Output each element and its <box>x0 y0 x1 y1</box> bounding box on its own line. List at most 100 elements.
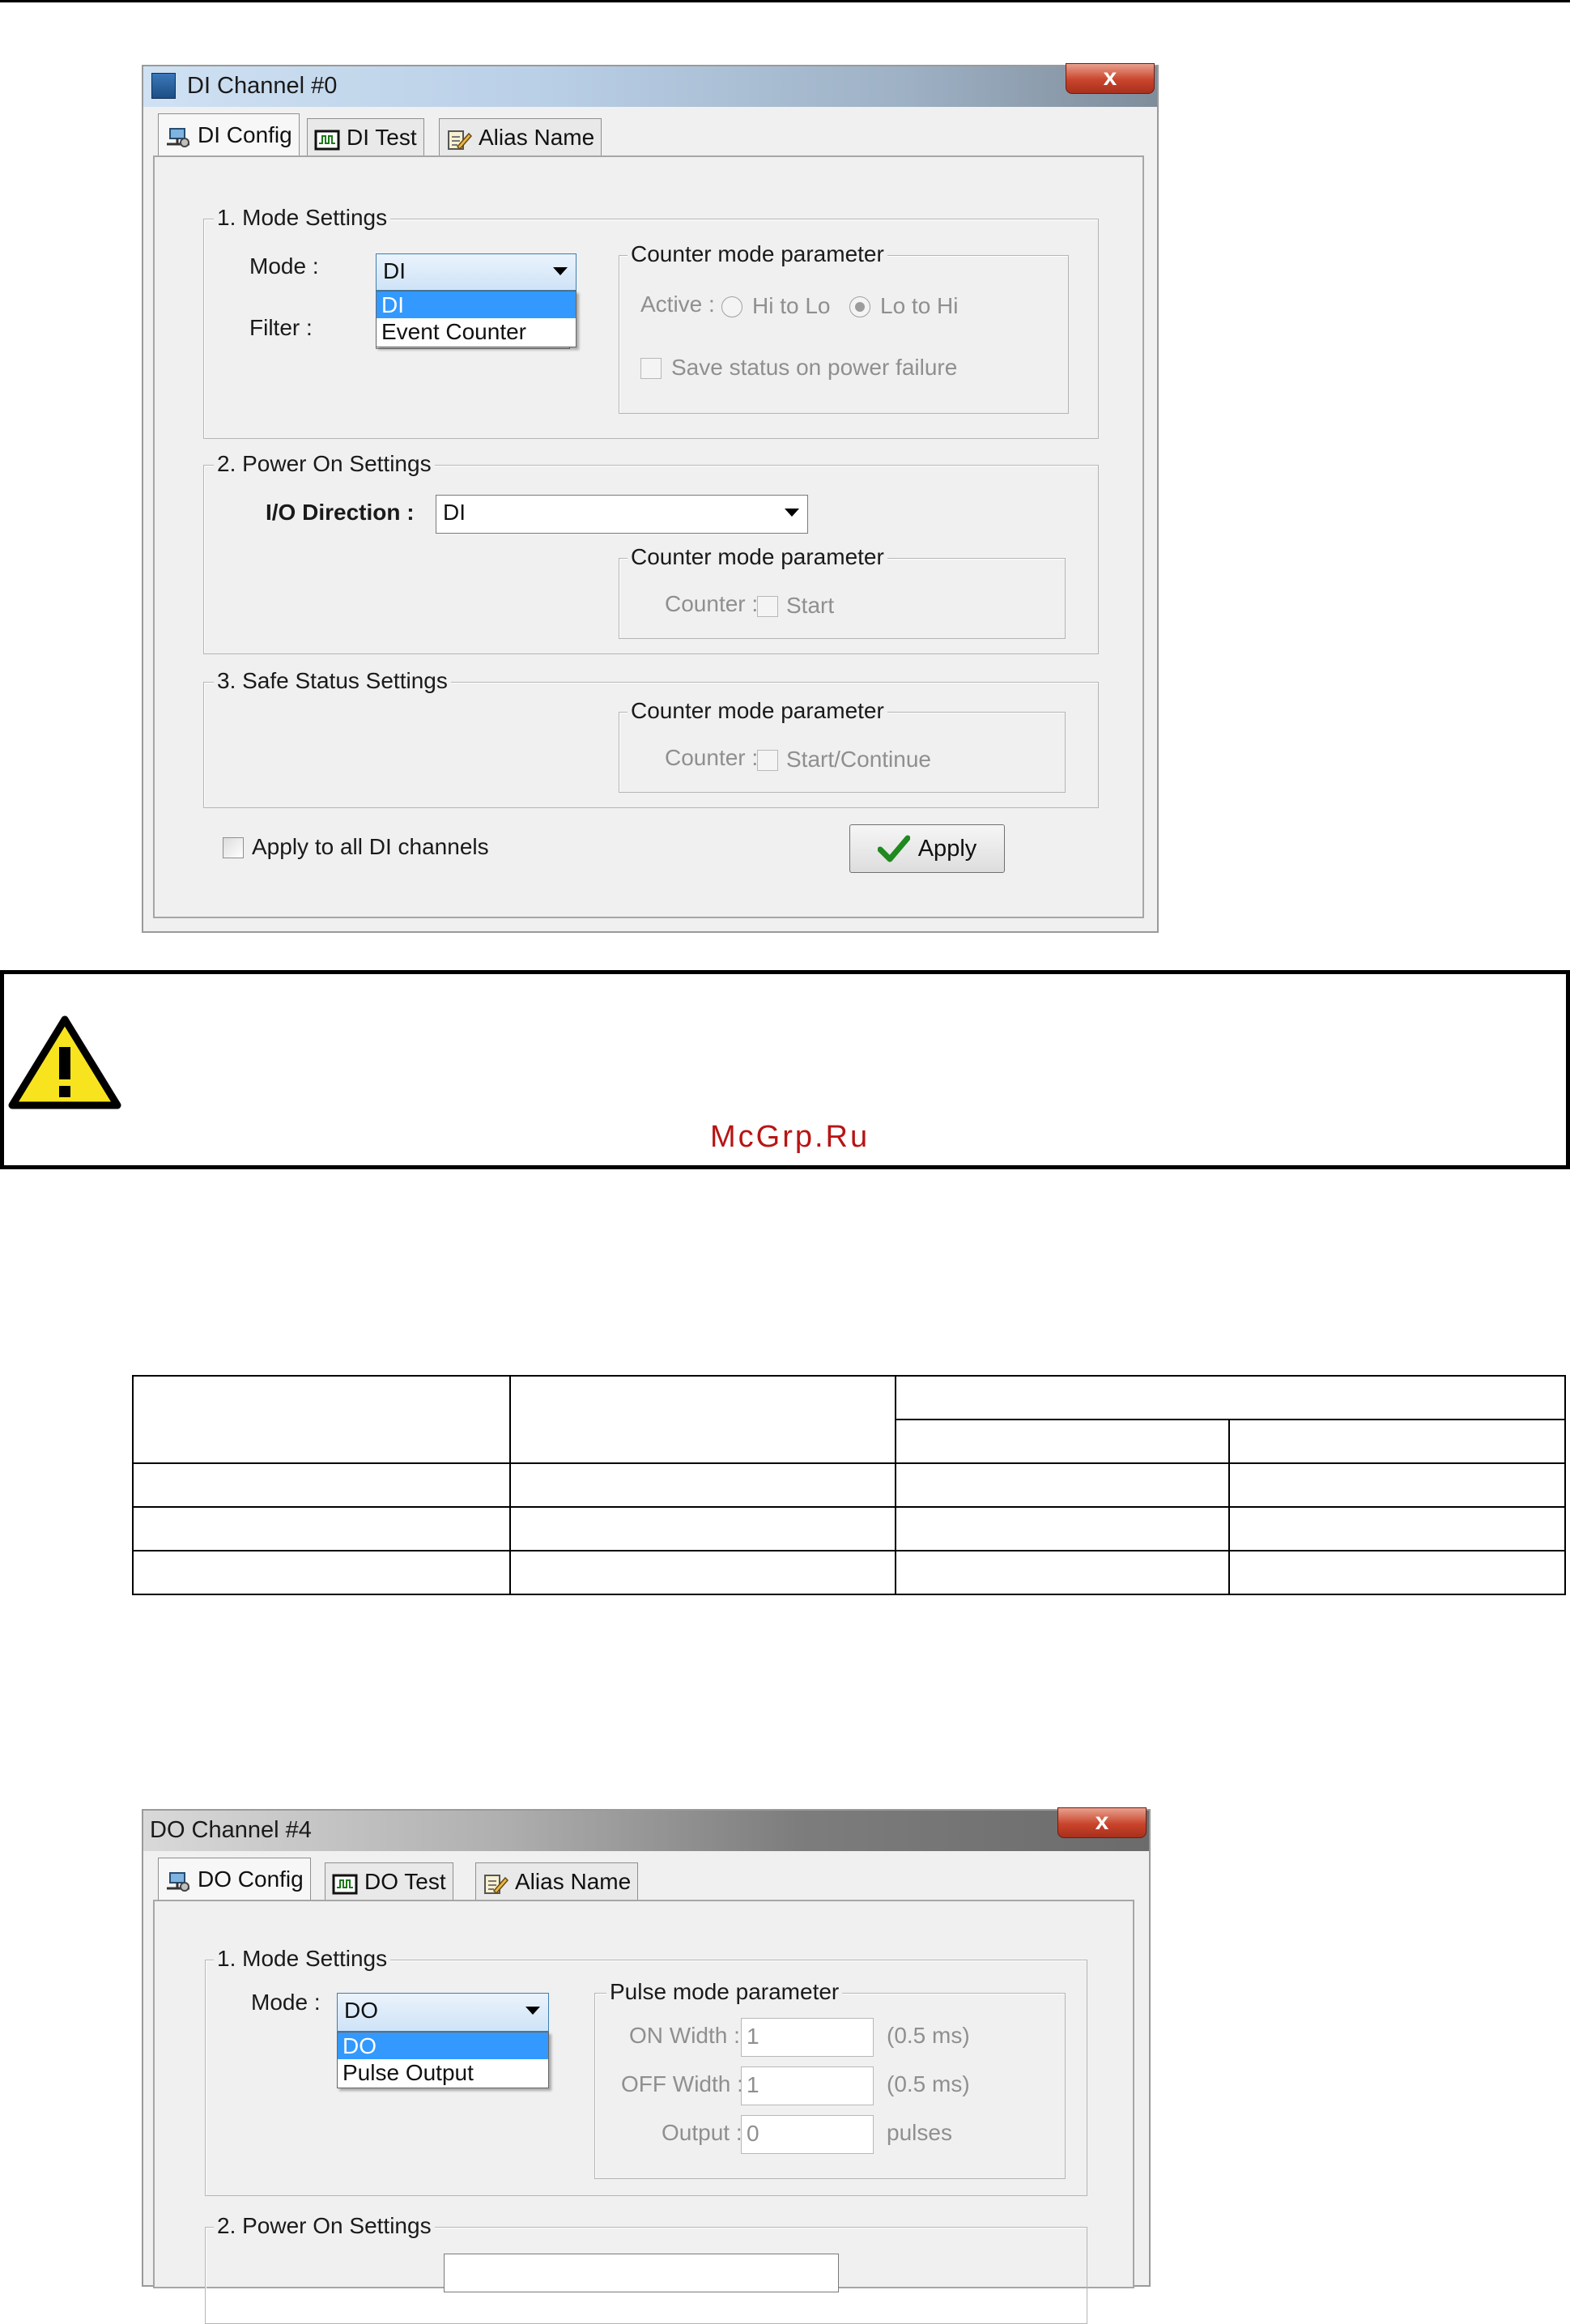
counter-start-label: Start <box>786 593 835 618</box>
tab-label: DO Config <box>198 1866 304 1892</box>
table-header-cell <box>509 1375 896 1464</box>
radio-hi-to-lo-label: Hi to Lo <box>752 293 831 318</box>
mode-combo[interactable]: DO <box>337 1993 549 2032</box>
mode-combo-value: DI <box>383 258 406 283</box>
tab-label: DI Test <box>347 124 417 150</box>
tab-di-test[interactable]: DI Test <box>307 118 424 155</box>
off-width-label: OFF Width : <box>621 2071 743 2096</box>
apply-button[interactable]: Apply <box>849 824 1005 873</box>
data-table <box>132 1375 1566 1595</box>
di-config-panel: 1. Mode Settings Mode : Filter : Counter… <box>153 155 1144 918</box>
close-button[interactable]: x <box>1066 63 1155 94</box>
tab-alias-name[interactable]: Alias Name <box>475 1862 639 1900</box>
counter-start-checkbox[interactable] <box>757 596 778 617</box>
apply-all-checkbox[interactable] <box>223 837 244 858</box>
safe-status-settings-group: 3. Safe Status Settings Counter mode par… <box>203 668 1099 808</box>
table-row <box>132 1462 1566 1508</box>
table-header-cell <box>132 1375 511 1464</box>
table-row <box>132 1550 1566 1595</box>
dropdown-option-event-counter[interactable]: Event Counter <box>377 318 576 345</box>
output-input[interactable]: 0 <box>741 2115 874 2154</box>
mode-settings-group: 1. Mode Settings Mode : Pulse mode param… <box>205 1946 1087 2196</box>
pulse-mode-parameter-group: Pulse mode parameter ON Width : 1 (0.5 m… <box>594 1979 1066 2179</box>
group-legend: Counter mode parameter <box>628 698 887 724</box>
group-legend: 1. Mode Settings <box>214 205 391 231</box>
off-width-unit: (0.5 ms) <box>887 2071 970 2096</box>
window-title: DO Channel #4 <box>150 1817 312 1843</box>
close-button[interactable]: x <box>1057 1807 1147 1838</box>
group-legend: 2. Power On Settings <box>214 2213 435 2239</box>
radio-hi-to-lo[interactable] <box>721 296 742 317</box>
radio-lo-to-hi[interactable] <box>849 296 870 317</box>
counter-mode-parameter-group: Counter mode parameter Active : Hi to Lo… <box>619 241 1069 414</box>
tab-do-test[interactable]: DO Test <box>325 1862 453 1900</box>
tab-alias-name[interactable]: Alias Name <box>439 118 602 155</box>
table-header-cell <box>895 1419 1230 1464</box>
notepad-pencil-icon <box>483 1871 509 1894</box>
group-legend: Pulse mode parameter <box>606 1979 843 2005</box>
output-unit: pulses <box>887 2120 952 2145</box>
notepad-pencil-icon <box>446 126 473 150</box>
table-row <box>132 1506 1566 1551</box>
checkmark-icon <box>877 835 910 862</box>
mode-combo[interactable]: DI <box>376 253 577 291</box>
start-continue-label: Start/Continue <box>786 747 931 772</box>
mode-combo-value: DO <box>344 1998 378 2023</box>
network-config-icon <box>165 124 191 147</box>
tab-di-config[interactable]: DI Config <box>158 113 300 155</box>
di-window-titlebar[interactable]: DI Channel #0 x <box>143 63 1157 107</box>
apply-all-label: Apply to all DI channels <box>252 834 489 859</box>
io-direction-label: I/O Direction : <box>266 500 415 525</box>
output-label: Output : <box>662 2120 742 2145</box>
power-on-settings-group: 2. Power On Settings <box>205 2213 1087 2324</box>
oscilloscope-icon <box>314 126 340 150</box>
group-legend: Counter mode parameter <box>628 241 887 267</box>
counter-mode-parameter-group: Counter mode parameter Counter : Start <box>619 544 1066 639</box>
save-status-label: Save status on power failure <box>671 355 958 380</box>
dropdown-option-pulse-output[interactable]: Pulse Output <box>338 2059 548 2086</box>
tab-label: Alias Name <box>479 124 595 150</box>
on-width-unit: (0.5 ms) <box>887 2023 970 2048</box>
dropdown-option-do[interactable]: DO <box>338 2032 548 2059</box>
off-width-input[interactable]: 1 <box>741 2066 874 2105</box>
apply-button-label: Apply <box>917 835 977 862</box>
counter-mode-parameter-group: Counter mode parameter Counter : Start/C… <box>619 698 1066 793</box>
do-channel-window: DO Channel #4 x DO Config DO Test Alias … <box>142 1807 1151 2324</box>
group-legend: 3. Safe Status Settings <box>214 668 451 694</box>
filter-label: Filter : <box>249 315 313 340</box>
group-legend: Counter mode parameter <box>628 544 887 570</box>
dropdown-option-di[interactable]: DI <box>377 292 576 318</box>
tab-do-config[interactable]: DO Config <box>158 1858 311 1900</box>
warning-triangle-icon <box>8 1015 121 1109</box>
mode-dropdown-list: DO Pulse Output <box>337 2032 549 2088</box>
io-direction-combo[interactable]: DI <box>436 495 808 534</box>
mode-dropdown-list: DI Event Counter <box>376 291 577 347</box>
tab-label: DI Config <box>198 121 292 147</box>
mode-label: Mode : <box>249 253 319 279</box>
on-width-input[interactable]: 1 <box>741 2018 874 2057</box>
mode-settings-group: 1. Mode Settings Mode : Filter : Counter… <box>203 205 1099 439</box>
tab-label: DO Test <box>364 1868 446 1894</box>
table-header-cell <box>895 1375 1566 1420</box>
chevron-down-icon[interactable] <box>553 267 568 275</box>
counter-label: Counter : <box>665 745 759 770</box>
di-channel-window: DI Channel #0 x DI Config DI Test Alias … <box>142 63 1159 933</box>
chevron-down-icon[interactable] <box>525 2007 540 2015</box>
tab-label: Alias Name <box>515 1868 632 1894</box>
oscilloscope-icon <box>332 1871 358 1894</box>
io-direction-combo[interactable] <box>444 2254 839 2292</box>
active-label: Active : <box>640 292 715 317</box>
save-status-checkbox[interactable] <box>640 358 662 379</box>
app-icon <box>151 73 176 99</box>
on-width-label: ON Width : <box>629 2023 740 2048</box>
start-continue-checkbox[interactable] <box>757 750 778 771</box>
network-config-icon <box>165 1868 191 1892</box>
radio-lo-to-hi-label: Lo to Hi <box>880 293 959 318</box>
power-on-settings-group: 2. Power On Settings I/O Direction : DI … <box>203 451 1099 654</box>
watermark-text: McGrp.Ru <box>710 1120 870 1154</box>
warning-box: McGrp.Ru <box>0 970 1570 1169</box>
table-header-row <box>132 1375 1566 1464</box>
do-window-titlebar[interactable]: DO Channel #4 x <box>143 1807 1149 1851</box>
chevron-down-icon[interactable] <box>785 509 799 517</box>
table-header-cell <box>1228 1419 1566 1464</box>
